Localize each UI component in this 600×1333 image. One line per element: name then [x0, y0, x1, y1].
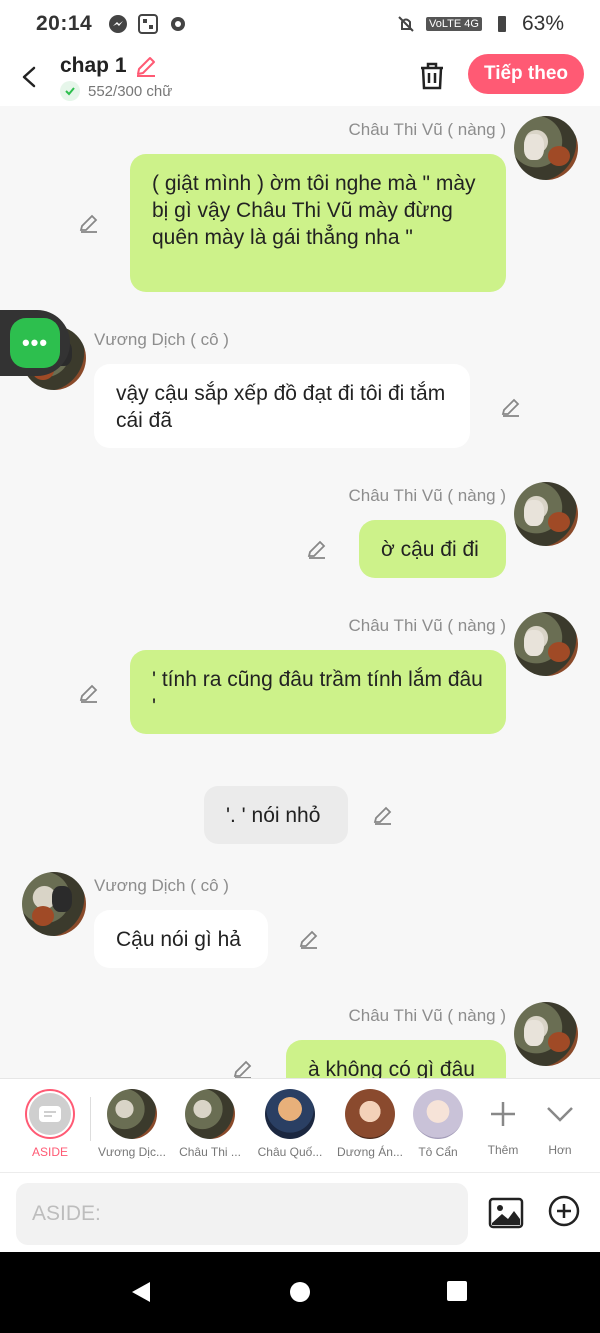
add-content-button[interactable] — [548, 1195, 584, 1231]
plus-icon — [491, 1102, 515, 1126]
sync-icon — [171, 17, 186, 31]
avatar — [345, 1089, 395, 1139]
avatar — [413, 1089, 463, 1139]
avatar — [185, 1089, 235, 1139]
edit-message-button[interactable] — [304, 536, 330, 562]
speaker-name: Châu Thi Vũ ( nàng ) — [348, 486, 507, 505]
message-bubble[interactable]: ờ cậu đi đi — [359, 520, 506, 578]
avatar[interactable] — [514, 612, 578, 676]
character-duong-an[interactable]: Dương Án... — [330, 1089, 410, 1159]
recents-nav-icon[interactable] — [446, 1280, 468, 1302]
plus-circle-icon — [548, 1195, 580, 1227]
editor-header: chap 1 552/300 chữ Tiếp theo — [0, 48, 600, 106]
next-button[interactable]: Tiếp theo — [468, 54, 584, 94]
character-chau-quoc[interactable]: Châu Quố... — [250, 1089, 330, 1159]
message-bubble[interactable]: à không có gì đâu — [286, 1040, 506, 1078]
battery-percent: 63% — [521, 12, 564, 35]
speaker-name: Châu Thi Vũ ( nàng ) — [348, 1006, 507, 1025]
speaker-name: Châu Thi Vũ ( nàng ) — [348, 120, 507, 139]
chevron-down-icon — [547, 1107, 573, 1122]
speaker-name: Châu Thi Vũ ( nàng ) — [348, 616, 507, 635]
battery-icon — [497, 16, 506, 32]
edit-message-button[interactable] — [370, 802, 396, 828]
message-bubble[interactable]: vậy cậu sắp xếp đồ đạt đi tôi đi tắm cái… — [94, 364, 470, 448]
message-bubble[interactable]: ( giật mình ) ờm tôi nghe mà " mày bị gì… — [130, 154, 506, 292]
edit-message-button[interactable] — [76, 210, 102, 236]
chat-area[interactable]: Châu Thi Vũ ( nàng ) ( giật mình ) ờm tô… — [0, 106, 600, 1078]
character-aside[interactable]: ASIDE — [10, 1089, 90, 1159]
more-characters-button[interactable]: Hơn — [528, 1089, 592, 1157]
word-count: 552/300 chữ — [88, 82, 173, 100]
speaker-name: Vương Dịch ( cô ) — [94, 330, 229, 349]
edit-message-button[interactable] — [498, 394, 524, 420]
back-nav-icon[interactable] — [130, 1280, 152, 1304]
avatar[interactable] — [514, 116, 578, 180]
divider — [90, 1097, 91, 1141]
character-picker: ASIDE Vương Dịc... Châu Thi ... Châu Quố… — [0, 1078, 600, 1172]
message-bubble[interactable]: ' tính ra cũng đâu trầm tính lắm đâu ' — [130, 650, 506, 734]
aside-bubble[interactable]: '. ' nói nhỏ — [204, 786, 348, 844]
check-icon — [60, 81, 80, 101]
message-bubble[interactable]: Cậu nói gì hả — [94, 910, 268, 968]
character-vuong-dich[interactable]: Vương Dịc... — [92, 1089, 172, 1159]
pencil-icon — [307, 540, 326, 559]
message-composer — [0, 1172, 600, 1252]
aside-icon — [29, 1093, 71, 1135]
chapter-title: chap 1 — [60, 54, 127, 77]
character-to-can[interactable]: Tô Cẩn — [408, 1089, 468, 1159]
message-input[interactable] — [16, 1183, 468, 1245]
avatar — [107, 1089, 157, 1139]
avatar[interactable] — [514, 482, 578, 546]
messenger-icon — [109, 15, 128, 33]
status-time: 20:14 — [36, 12, 93, 35]
edit-message-button[interactable] — [76, 680, 102, 706]
insert-image-button[interactable] — [488, 1195, 524, 1231]
pencil-icon — [79, 684, 98, 703]
floating-chat-widget[interactable]: ••• — [0, 310, 70, 376]
avatar[interactable] — [22, 872, 86, 936]
system-nav-bar — [0, 1252, 600, 1333]
back-button[interactable] — [0, 48, 60, 106]
pencil-icon — [233, 1060, 252, 1078]
chevron-left-icon — [22, 66, 36, 88]
pencil-icon — [373, 806, 392, 825]
trash-icon — [421, 62, 443, 90]
add-character-button[interactable]: Thêm — [470, 1089, 536, 1157]
pencil-icon — [501, 398, 520, 417]
qr-icon — [138, 14, 159, 34]
edit-message-button[interactable] — [296, 926, 322, 952]
character-chau-thi-vu[interactable]: Châu Thi ... — [170, 1089, 250, 1159]
edit-message-button[interactable] — [230, 1056, 256, 1078]
avatar[interactable] — [514, 1002, 578, 1066]
pencil-icon — [79, 214, 98, 233]
more-dots-icon: ••• — [10, 318, 60, 368]
edit-title-icon[interactable] — [133, 53, 159, 79]
network-indicator: VoLTE 4G — [426, 17, 482, 31]
status-bar: 20:14 VoLTE 4G 63% — [0, 0, 600, 48]
home-nav-icon[interactable] — [288, 1280, 312, 1304]
avatar — [265, 1089, 315, 1139]
speaker-name: Vương Dịch ( cô ) — [94, 876, 229, 895]
delete-button[interactable] — [414, 58, 450, 94]
image-icon — [488, 1197, 524, 1229]
mute-icon — [398, 16, 414, 32]
pencil-icon — [299, 930, 318, 949]
